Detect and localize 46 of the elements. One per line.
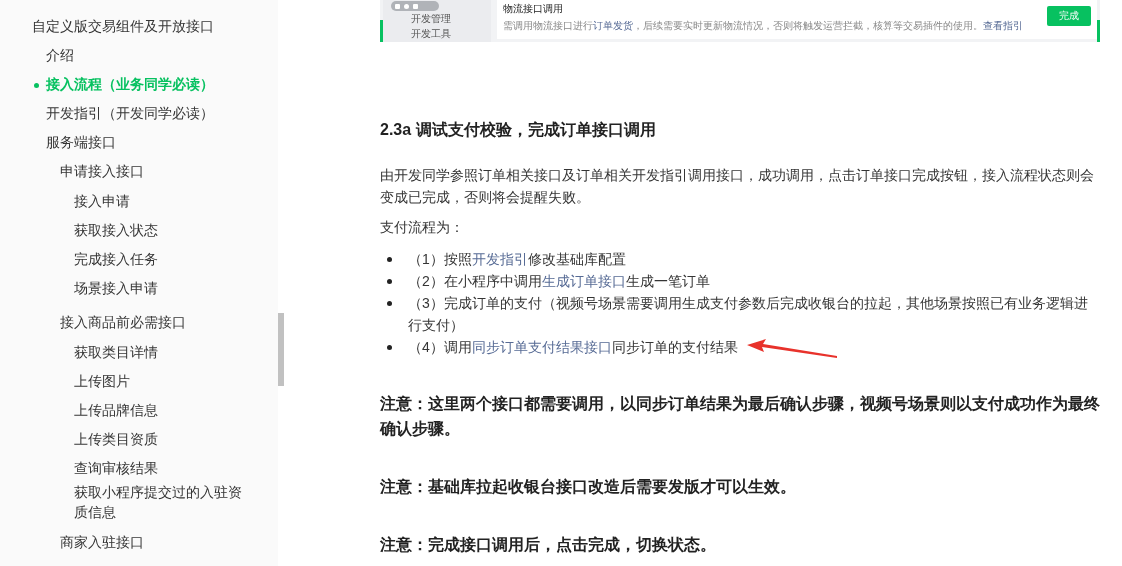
sidebar-item[interactable]: 获取类目详情 <box>74 341 158 362</box>
link[interactable]: 开发指引 <box>471 251 528 267</box>
sidebar-item[interactable]: 获取小程序提交过的入驻资质信息 <box>74 482 249 522</box>
bullet-icon <box>387 279 392 284</box>
note: 注意：基础库拉起收银台接口改造后需要发版才可以生效。 <box>380 477 797 497</box>
accent-bar <box>380 20 383 42</box>
sidebar-item[interactable]: 完成接入任务 <box>74 248 158 269</box>
bullet-icon <box>387 345 392 350</box>
link[interactable]: 同步订单支付结果接口 <box>471 339 612 355</box>
sidebar-item[interactable]: 获取接入状态 <box>74 219 158 240</box>
sidebar-item[interactable]: 上传类目资质 <box>74 428 158 449</box>
sidebar-item[interactable]: 介绍 <box>46 46 74 65</box>
sidebar-item[interactable]: 申请接入接口 <box>60 162 144 181</box>
link[interactable]: 订单发货 <box>593 20 633 31</box>
list-item: （2）在小程序中调用生成订单接口生成一笔订单 <box>408 272 710 291</box>
sidebar-item[interactable]: 商家入驻接口 <box>60 533 144 552</box>
selected-dot <box>34 83 39 88</box>
bullet-icon <box>387 257 392 262</box>
link[interactable]: 查看指引 <box>983 20 1023 31</box>
sidebar-item[interactable]: 查询审核结果 <box>74 457 158 478</box>
sidebar-item[interactable]: 服务端接口 <box>46 133 116 152</box>
sidebar-item[interactable]: 上传品牌信息 <box>74 399 158 420</box>
accent-bar <box>1097 20 1100 42</box>
sidebar-item[interactable]: 接入商品前必需接口 <box>60 313 186 332</box>
sidebar-item[interactable]: 自定义版交易组件及开放接口 <box>32 17 214 36</box>
paragraph: 支付流程为： <box>380 218 465 237</box>
list-item: （3）完成订单的支付（视频号场景需要调用生成支付参数后完成收银台的拉起，其他场景按照已有业务逻辑进行支付） <box>408 294 1089 335</box>
link[interactable]: 生成订单接口 <box>541 273 626 289</box>
panel-title: 物流接口调用 <box>503 2 564 16</box>
note: 注意：完成接口调用后，点击完成，切换状态。 <box>380 535 717 555</box>
toolbar-icons-drawing <box>391 1 439 11</box>
list-item: （1）按照开发指引 修改基础库配置 <box>408 250 626 269</box>
note: 注意：这里两个接口都需要调用，以同步订单结果为最后确认步骤，视频号场景则以支付成功作为最终确认步骤。 <box>380 394 1100 439</box>
sidebar-item[interactable]: 上传图片 <box>74 370 130 391</box>
panel-description: 需调用物流接口进行订单发货，后续需要实时更新物流情况，否则将触发运营拦截，核算等交易插件的使用。查看指引 <box>503 19 1024 32</box>
list-item: （4）调用同步订单支付结果接口 同步订单的支付结果 <box>408 338 738 357</box>
section-heading: 2.3a 调试支付校验，完成订单接口调用 <box>380 120 657 140</box>
arrow-icon <box>745 339 838 359</box>
menu-item[interactable]: 开发管理 <box>391 12 491 26</box>
sidebar-item[interactable]: 开发指引（开发同学必读） <box>46 104 214 123</box>
paragraph: 由开发同学参照订单相关接口及订单相关开发指引调用接口，成功调用，点击订单接口完成按钮，接入流程状态则会变成已完成，否则将会提醒失败。 <box>380 166 1095 207</box>
scrollbar[interactable] <box>278 313 284 386</box>
sidebar-item[interactable]: 接入申请 <box>74 190 130 211</box>
bullet-icon <box>387 301 392 306</box>
sidebar-item[interactable]: 场景接入申请 <box>74 277 158 298</box>
menu-item[interactable]: 开发工具 <box>391 27 491 41</box>
